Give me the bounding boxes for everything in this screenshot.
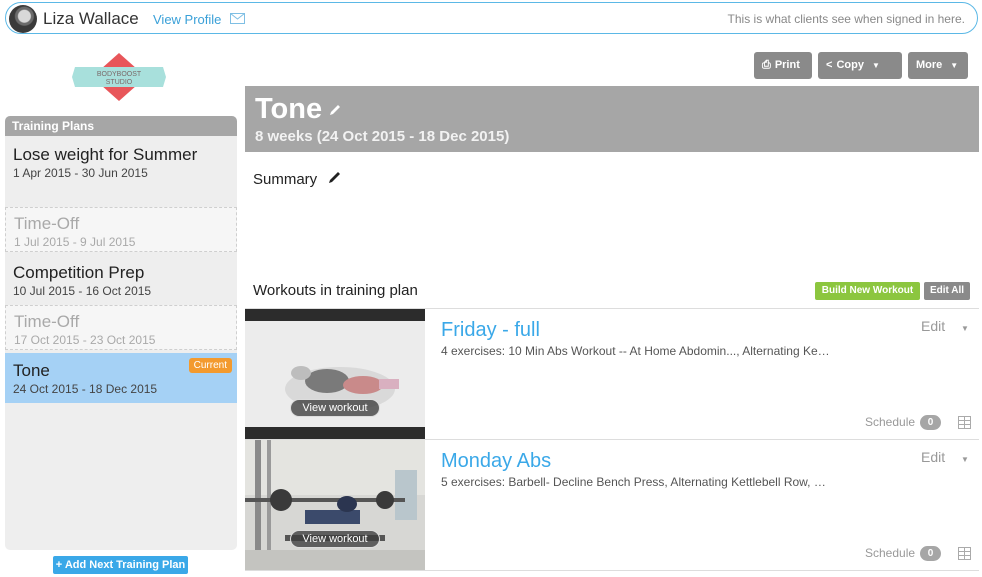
studio-logo: BODYBOOST STUDIO [72, 53, 166, 101]
add-next-training-plan-button[interactable]: + Add Next Training Plan [53, 556, 188, 574]
page-title: Tone [255, 93, 323, 125]
divider [245, 570, 979, 571]
schedule-label[interactable]: Schedule [865, 546, 915, 560]
summary-label: Summary [253, 171, 318, 188]
view-workout-button[interactable]: View workout [290, 530, 380, 548]
sidebar-item-plan[interactable]: Lose weight for Summer 1 Apr 2015 - 30 J… [5, 142, 237, 202]
plan-name: Time-Off [14, 214, 80, 233]
current-badge: Current [188, 358, 232, 373]
workout-title[interactable]: Monday Abs [441, 450, 551, 473]
plan-dates: 1 Apr 2015 - 30 Jun 2015 [13, 166, 148, 180]
plan-name: Lose weight for Summer [13, 145, 198, 164]
share-icon: < [826, 59, 833, 71]
schedule-label[interactable]: Schedule [865, 415, 915, 429]
workout-edit-link[interactable]: Edit [921, 318, 945, 334]
sidebar-title: Training Plans [5, 116, 237, 136]
plan-dates: 10 Jul 2015 - 16 Oct 2015 [13, 284, 152, 298]
workout-description: 5 exercises: Barbell- Decline Bench Pres… [441, 475, 826, 489]
mail-icon[interactable] [230, 13, 245, 24]
more-label: More [916, 59, 943, 71]
logo-text-line1: BODYBOOST [97, 71, 142, 78]
pencil-icon[interactable] [327, 170, 342, 185]
workouts-section-title: Workouts in training plan [253, 282, 418, 299]
chevron-down-icon[interactable]: ▼ [961, 455, 969, 464]
edit-all-button[interactable]: Edit All [924, 282, 970, 300]
view-workout-button[interactable]: View workout [290, 399, 380, 417]
plan-name: Competition Prep [13, 263, 145, 282]
printer-icon: ⎙ [762, 59, 771, 71]
workout-row: View workout Friday - full 4 exercises: … [245, 309, 979, 439]
logo-text-line2: STUDIO [106, 79, 133, 86]
avatar[interactable] [9, 5, 37, 33]
chevron-down-icon: ▼ [950, 61, 959, 70]
view-profile-link[interactable]: View Profile [153, 12, 221, 27]
sidebar-item-timeoff[interactable]: Time-Off 1 Jul 2015 - 9 Jul 2015 [5, 207, 237, 252]
sidebar-item-plan[interactable]: Competition Prep 10 Jul 2015 - 16 Oct 20… [5, 256, 237, 301]
profile-bar: Liza Wallace View Profile This is what c… [5, 2, 978, 34]
plan-dates: 1 Jul 2015 - 9 Jul 2015 [14, 235, 136, 249]
sidebar-item-current-plan[interactable]: Tone 24 Oct 2015 - 18 Dec 2015 Current [5, 353, 237, 403]
workout-description: 4 exercises: 10 Min Abs Workout -- At Ho… [441, 344, 830, 358]
chevron-down-icon: ▼ [871, 61, 880, 70]
plan-duration: 8 weeks (24 Oct 2015 - 18 Dec 2015) [255, 128, 510, 145]
workout-edit-link[interactable]: Edit [921, 449, 945, 465]
workout-row: View workout Monday Abs 5 exercises: Bar… [245, 440, 979, 570]
plan-dates: 17 Oct 2015 - 23 Oct 2015 [14, 333, 156, 347]
schedule-count-badge: 0 [920, 415, 941, 430]
more-button[interactable]: More ▼ [908, 52, 968, 79]
plan-dates: 24 Oct 2015 - 18 Dec 2015 [13, 382, 158, 396]
sidebar-item-timeoff[interactable]: Time-Off 17 Oct 2015 - 23 Oct 2015 [5, 305, 237, 350]
pencil-icon[interactable] [328, 103, 342, 117]
copy-label: Copy [836, 59, 864, 71]
plan-header: Tone 8 weeks (24 Oct 2015 - 18 Dec 2015) [245, 86, 979, 152]
calendar-grid-icon[interactable] [958, 416, 971, 429]
client-view-note: This is what clients see when signed in … [727, 12, 965, 26]
plan-name: Time-Off [14, 312, 80, 331]
workout-title[interactable]: Friday - full [441, 319, 540, 342]
workout-thumbnail[interactable]: View workout [245, 440, 425, 570]
calendar-grid-icon[interactable] [958, 547, 971, 560]
print-label: Print [774, 59, 800, 71]
workout-thumbnail[interactable]: View workout [245, 309, 425, 439]
user-name: Liza Wallace [43, 9, 139, 28]
schedule-count-badge: 0 [920, 546, 941, 561]
training-plans-sidebar: Training Plans Lose weight for Summer 1 … [5, 116, 237, 550]
print-button[interactable]: ⎙ Print [754, 52, 812, 79]
build-new-workout-button[interactable]: Build New Workout [815, 282, 920, 300]
copy-button[interactable]: < Copy ▼ [818, 52, 902, 79]
chevron-down-icon[interactable]: ▼ [961, 324, 969, 333]
